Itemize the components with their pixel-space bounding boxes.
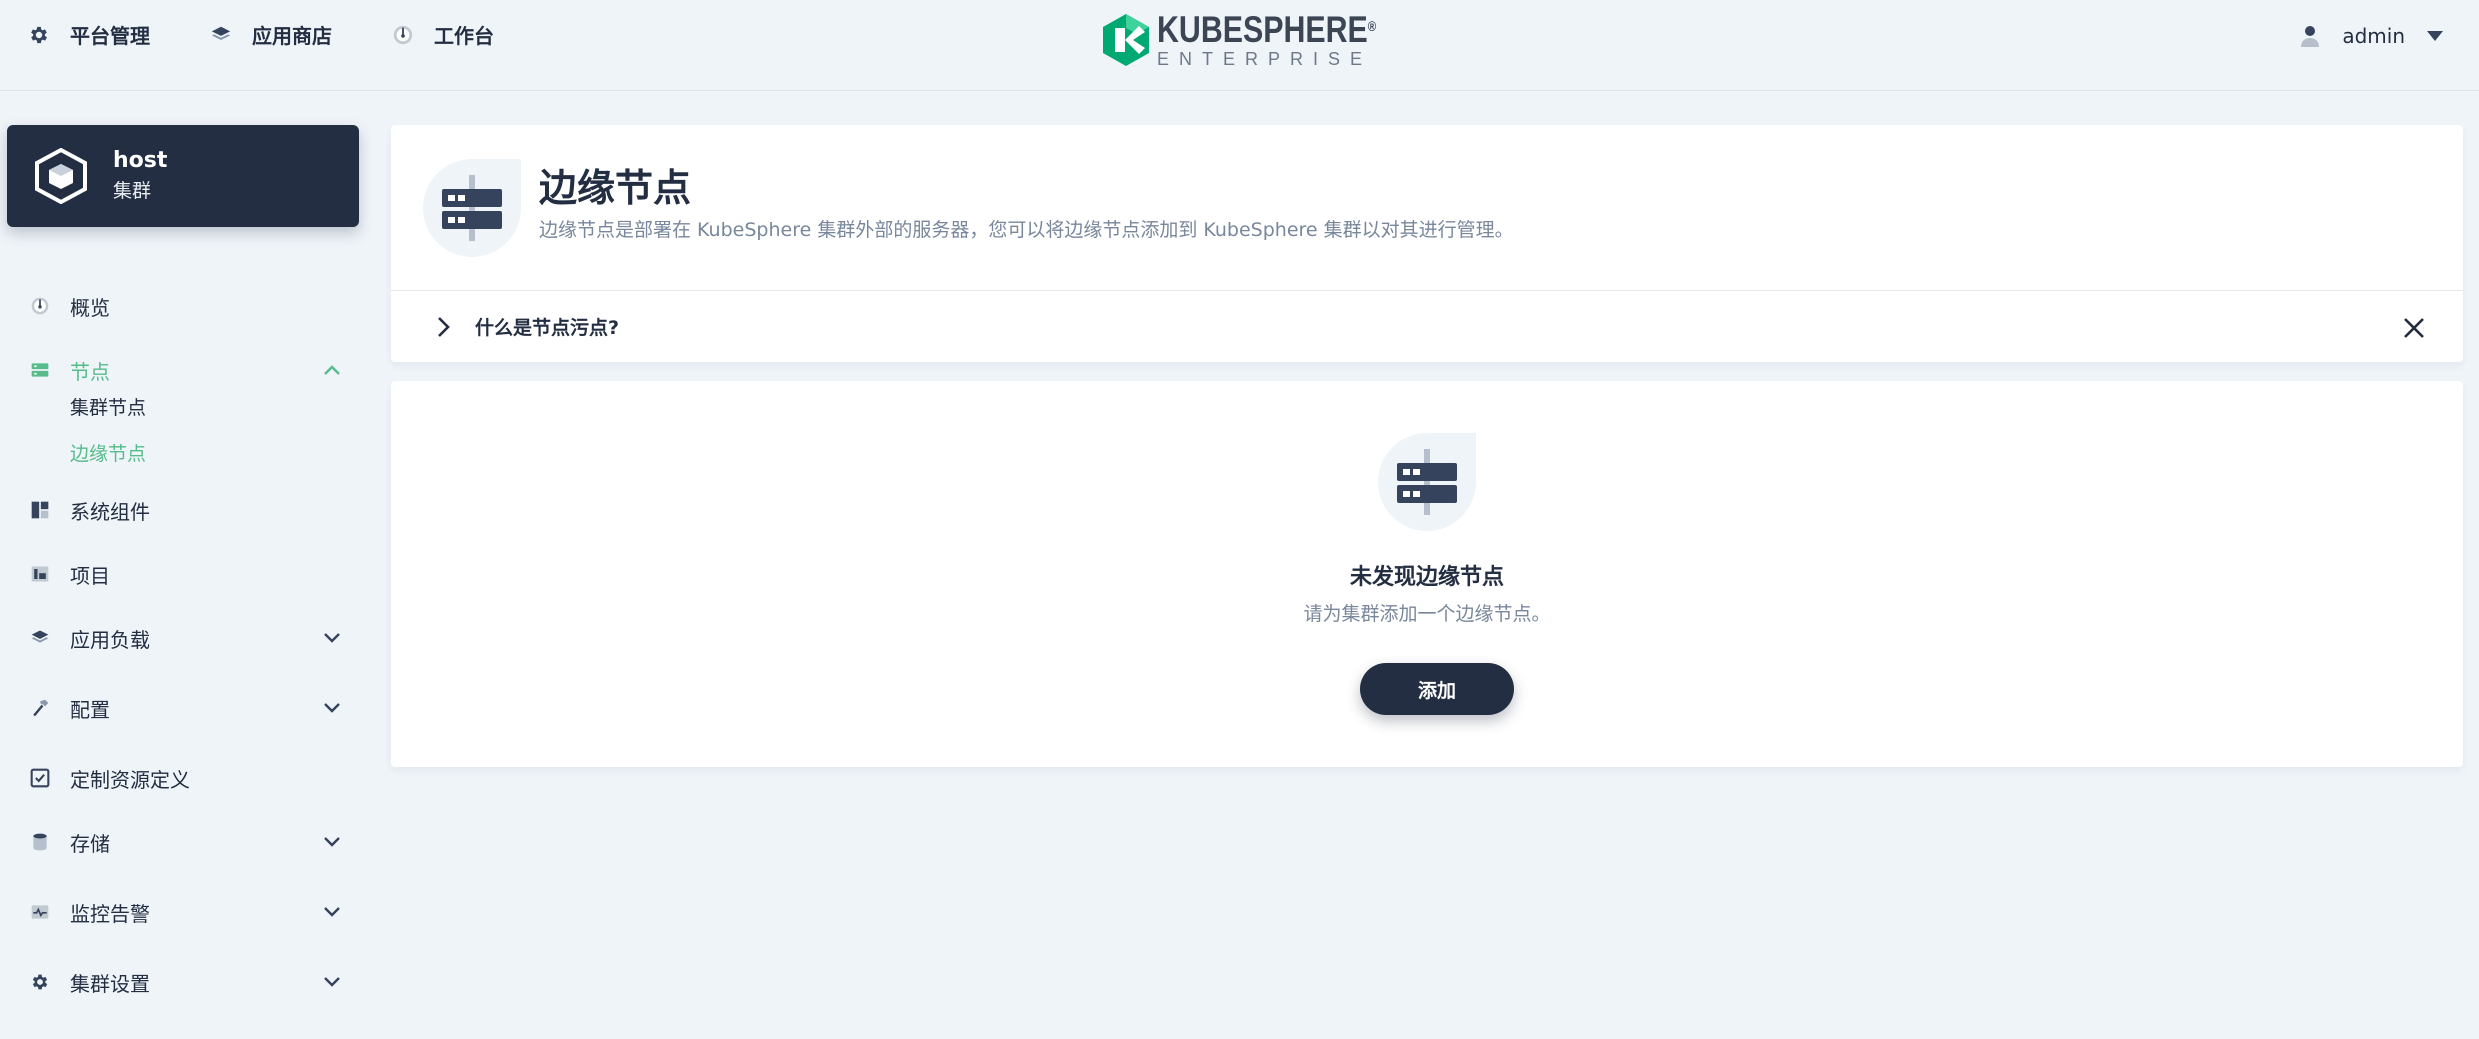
dashboard-icon (31, 297, 49, 315)
user-name: admin (2342, 24, 2405, 48)
gear-icon (32, 974, 48, 990)
chevron-down-icon (324, 703, 340, 713)
monitor-icon (31, 905, 49, 919)
topnav-platform[interactable]: 平台管理 (28, 20, 150, 49)
chevron-down-icon (324, 633, 340, 643)
sidebar-item-workloads[interactable]: 应用负载 (30, 618, 340, 658)
topnav-appstore[interactable]: 应用商店 (210, 20, 332, 49)
chevron-down-icon (324, 837, 340, 847)
sidebar-item-components[interactable]: 系统组件 (30, 490, 340, 530)
chevron-right-icon (438, 316, 450, 337)
sidebar-item-label: 定制资源定义 (70, 767, 190, 792)
logo-sub: ENTERPRISE (1157, 49, 1373, 69)
logo-main: KUBESPHERE® (1157, 9, 1377, 50)
logo-registered: ® (1367, 18, 1377, 34)
sidebar-subitem-edge-nodes[interactable]: 边缘节点 (70, 436, 146, 468)
tip-row[interactable]: 什么是节点污点? (391, 291, 2463, 362)
sidebar-item-config[interactable]: 配置 (30, 688, 340, 728)
page-header: 边缘节点 边缘节点是部署在 KubeSphere 集群外部的服务器，您可以将边缘… (391, 125, 2463, 291)
sidebar-subitem-cluster-nodes[interactable]: 集群节点 (70, 390, 146, 422)
logo-main-text: KUBESPHERE (1157, 9, 1368, 50)
kubesphere-logo[interactable]: KUBESPHERE® ENTERPRISE (1103, 9, 1424, 69)
sidebar-item-overview[interactable]: 概览 (30, 286, 340, 326)
layers-icon (31, 630, 49, 643)
sidebar-item-label: 存储 (70, 831, 110, 856)
sidebar-item-cluster-settings[interactable]: 集群设置 (30, 962, 340, 1002)
gear-icon (31, 26, 47, 43)
topnav-workbench[interactable]: 工作台 (392, 20, 494, 49)
top-nav: 平台管理 应用商店 工作台 (28, 20, 554, 49)
server-icon (31, 363, 49, 377)
user-icon (2301, 26, 2320, 47)
sidebar-item-crd[interactable]: 定制资源定义 (30, 758, 340, 798)
topnav-appstore-label: 应用商店 (252, 24, 332, 48)
empty-title: 未发现边缘节点 (1349, 565, 1504, 590)
sidebar-item-projects[interactable]: 项目 (30, 554, 340, 594)
add-button[interactable]: 添加 (1360, 663, 1514, 715)
logo-text: KUBESPHERE® ENTERPRISE (1157, 9, 1424, 69)
page-header-card: 边缘节点 边缘节点是部署在 KubeSphere 集群外部的服务器，您可以将边缘… (391, 125, 2463, 362)
page-title: 边缘节点 (539, 166, 692, 210)
top-bar: 平台管理 应用商店 工作台 KUBESPHERE® ENTERPRISE adm… (0, 0, 2479, 91)
components-icon (31, 501, 49, 519)
sidebar-item-storage[interactable]: 存储 (30, 822, 340, 862)
caret-down-icon (2427, 31, 2443, 41)
project-icon (31, 566, 49, 582)
cluster-info: host 集群 (113, 146, 167, 206)
sidebar-item-label: 配置 (70, 697, 110, 722)
sidebar-item-label: 应用负载 (70, 627, 150, 652)
hammer-icon (33, 699, 49, 717)
sidebar-item-label: 集群设置 (70, 971, 150, 996)
sidebar-item-label: 系统组件 (70, 499, 150, 524)
page-description: 边缘节点是部署在 KubeSphere 集群外部的服务器，您可以将边缘节点添加到… (539, 219, 1514, 241)
sidebar-item-label: 节点 (70, 359, 110, 384)
layers-icon (211, 26, 231, 40)
cluster-type: 集群 (113, 180, 152, 202)
tip-text: 什么是节点污点? (475, 317, 620, 339)
empty-state-card: 未发现边缘节点 请为集群添加一个边缘节点。 添加 (391, 381, 2463, 767)
sidebar-item-label: 概览 (70, 295, 110, 320)
edge-node-icon (1378, 433, 1476, 531)
close-icon[interactable] (2403, 317, 2425, 339)
sidebar-item-label: 监控告警 (70, 901, 150, 926)
topnav-workbench-label: 工作台 (434, 24, 494, 48)
empty-description: 请为集群添加一个边缘节点。 (1303, 603, 1551, 625)
chevron-down-icon (324, 977, 340, 987)
cluster-name: host (113, 148, 168, 173)
chevron-up-icon (324, 365, 340, 375)
cluster-cube-icon (35, 148, 87, 204)
sidebar-item-label: 项目 (70, 563, 110, 588)
crd-icon (30, 768, 50, 788)
kubesphere-logo-icon (1103, 14, 1149, 66)
dashboard-icon (393, 25, 413, 44)
user-menu[interactable]: admin (2300, 24, 2443, 48)
sidebar-item-monitoring[interactable]: 监控告警 (30, 892, 340, 932)
chevron-down-icon (324, 907, 340, 917)
sidebar-item-nodes[interactable]: 节点 (30, 350, 340, 390)
cluster-card[interactable]: host 集群 (7, 125, 359, 227)
topnav-platform-label: 平台管理 (70, 24, 150, 48)
edge-node-icon (423, 159, 521, 257)
database-icon (33, 833, 47, 851)
